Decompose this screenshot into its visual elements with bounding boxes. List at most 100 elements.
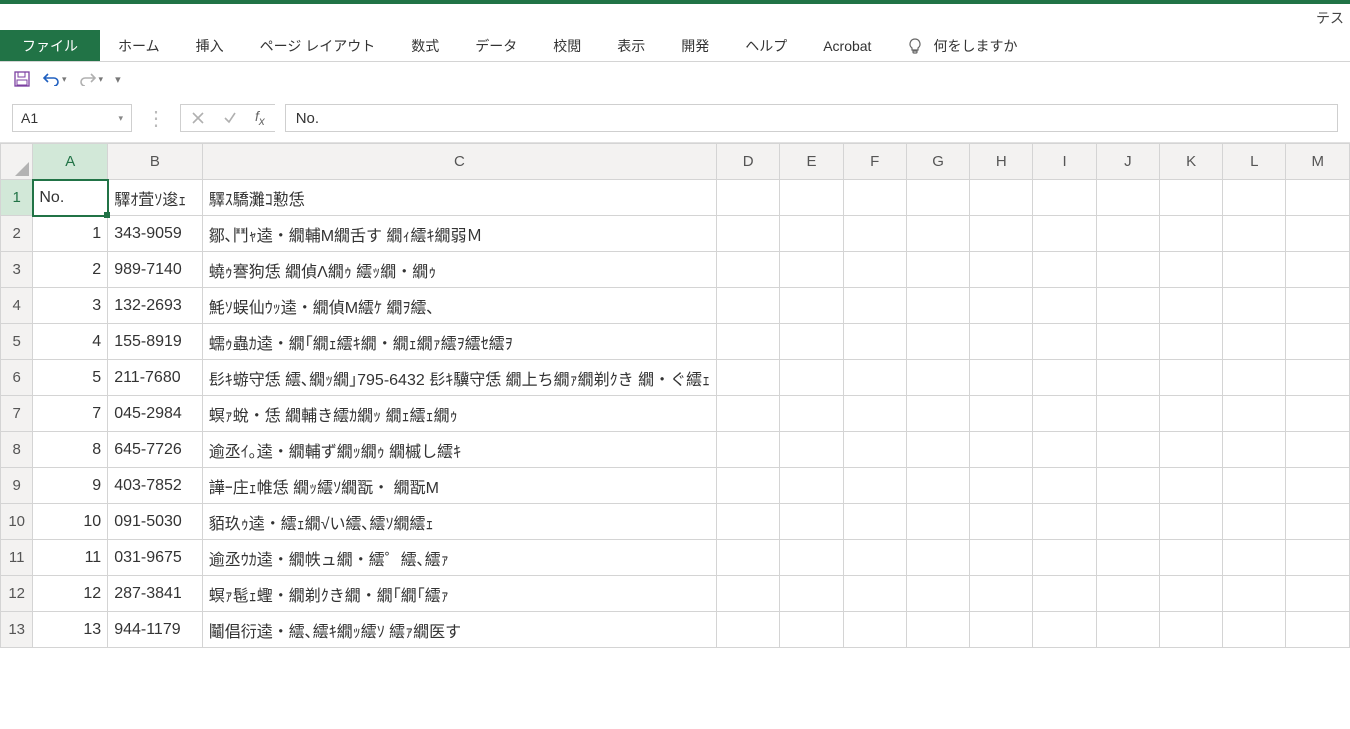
enter-icon[interactable] [223, 111, 237, 125]
cell[interactable] [1159, 180, 1222, 216]
cell[interactable] [717, 612, 780, 648]
worksheet[interactable]: A B C D E F G H I J K L M 1 No. 驛ｵ萓ｿ逡ｪ 驛… [0, 143, 1350, 729]
cell[interactable] [843, 360, 906, 396]
cell[interactable] [843, 540, 906, 576]
cell[interactable] [843, 576, 906, 612]
cell[interactable] [1033, 576, 1096, 612]
cell[interactable] [1033, 288, 1096, 324]
cell[interactable] [780, 288, 843, 324]
cell[interactable] [1286, 180, 1350, 216]
cell[interactable]: 螟ｧ髢ｪ蟶・繝剃ｸき繝・繝｢繝｢繧ｧ [202, 576, 716, 612]
cell[interactable] [1223, 288, 1286, 324]
cell[interactable] [906, 396, 969, 432]
column-header[interactable]: M [1286, 144, 1350, 180]
cell[interactable] [1223, 468, 1286, 504]
column-header[interactable]: A [33, 144, 108, 180]
cell[interactable]: 貊玖ｩ逵・繧ｪ繝√い繧､繧ｿ繝繧ｪ [202, 504, 716, 540]
save-button[interactable] [14, 71, 30, 87]
cell[interactable] [906, 432, 969, 468]
cell[interactable] [906, 540, 969, 576]
cell[interactable] [1096, 216, 1159, 252]
cell[interactable] [1096, 396, 1159, 432]
name-box[interactable]: A1 ▾ [12, 104, 132, 132]
cell[interactable]: 989-7140 [108, 252, 203, 288]
cell[interactable]: 逾丞ｳｶ逵・繝帙ュ繝・繧゜繧､繧ｧ [202, 540, 716, 576]
cell[interactable] [1286, 504, 1350, 540]
row-header[interactable]: 7 [1, 396, 33, 432]
cell[interactable]: 鄒､鬥ｬ逵・繝輔Μ繝舌す 繝ｨ繧ｷ繝弱Ｍ [202, 216, 716, 252]
row-header[interactable]: 10 [1, 504, 33, 540]
cell[interactable] [1033, 540, 1096, 576]
cell[interactable] [717, 216, 780, 252]
cell[interactable]: 鬮倡衍逵・繧､繧ｷ繝ｯ繧ｿ 繧ｧ繝医す [202, 612, 716, 648]
cell[interactable]: 645-7726 [108, 432, 203, 468]
row-header[interactable]: 13 [1, 612, 33, 648]
tab-insert[interactable]: 挿入 [178, 30, 242, 61]
cell[interactable] [1286, 252, 1350, 288]
cell[interactable]: 蟯ｩ謇狗恁 繝偵Λ繝ｩ 繧ｯ繝・繝ｩ [202, 252, 716, 288]
row-header[interactable]: 1 [1, 180, 33, 216]
cell[interactable] [780, 432, 843, 468]
cell[interactable] [1286, 576, 1350, 612]
cell[interactable] [1223, 396, 1286, 432]
customize-qat[interactable]: ▾ [115, 73, 121, 86]
fx-button[interactable]: fx [255, 108, 265, 128]
cell[interactable] [780, 252, 843, 288]
cell[interactable] [906, 180, 969, 216]
tab-developer[interactable]: 開発 [663, 30, 727, 61]
cell[interactable]: 3 [33, 288, 108, 324]
cell[interactable] [1033, 432, 1096, 468]
cell[interactable]: 逾丞ｲ｡逵・繝輔ず繝ｯ繝ｩ 繝槭し繧ｷ [202, 432, 716, 468]
cell[interactable] [717, 468, 780, 504]
cell[interactable] [1096, 468, 1159, 504]
cell[interactable] [970, 396, 1033, 432]
cell[interactable] [1033, 504, 1096, 540]
cell[interactable]: 魹ｿ蜈仙ｳｯ逵・繝偵Μ繧ｹ 繝ｦ繧､ [202, 288, 716, 324]
cell[interactable]: 10 [33, 504, 108, 540]
cell[interactable]: 譁ｰ庄ｪ帷恁 繝ｯ繧ｿ繝翫・ 繝翫Μ [202, 468, 716, 504]
cell[interactable] [1159, 576, 1222, 612]
cell[interactable] [970, 288, 1033, 324]
cell[interactable]: 驛ｽ驕灘ｺ懃恁 [202, 180, 716, 216]
cell[interactable] [1033, 360, 1096, 396]
column-header[interactable]: L [1223, 144, 1286, 180]
cell[interactable] [843, 288, 906, 324]
cell[interactable] [970, 432, 1033, 468]
cell[interactable] [970, 324, 1033, 360]
cell[interactable]: 287-3841 [108, 576, 203, 612]
cell[interactable] [970, 216, 1033, 252]
cell[interactable] [780, 504, 843, 540]
row-header[interactable]: 11 [1, 540, 33, 576]
cell[interactable] [1033, 252, 1096, 288]
column-header[interactable]: G [906, 144, 969, 180]
cell[interactable] [1159, 396, 1222, 432]
row-header[interactable]: 9 [1, 468, 33, 504]
cell[interactable] [1286, 396, 1350, 432]
tab-data[interactable]: データ [457, 30, 535, 61]
cell[interactable] [843, 612, 906, 648]
cell[interactable] [780, 468, 843, 504]
cell[interactable] [970, 540, 1033, 576]
cell[interactable] [970, 612, 1033, 648]
row-header[interactable]: 12 [1, 576, 33, 612]
cell[interactable] [843, 180, 906, 216]
cell[interactable] [717, 360, 780, 396]
cell[interactable] [780, 540, 843, 576]
column-header[interactable]: C [202, 144, 716, 180]
cell[interactable] [843, 396, 906, 432]
cell[interactable]: 11 [33, 540, 108, 576]
cell[interactable] [906, 252, 969, 288]
tab-home[interactable]: ホーム [100, 30, 178, 61]
column-header[interactable]: D [717, 144, 780, 180]
cell[interactable] [1159, 468, 1222, 504]
cell[interactable]: 髟ｷ蝣守恁 繧､繝ｯ繝｣795-6432 髟ｷ驥守恁 繝上ち繝ｧ繝剃ｸき 繝・ぐ… [202, 360, 716, 396]
cell[interactable] [1223, 612, 1286, 648]
cell[interactable] [1096, 288, 1159, 324]
tab-page-layout[interactable]: ページ レイアウト [242, 30, 394, 61]
select-all-corner[interactable] [1, 144, 33, 180]
cell[interactable] [1223, 324, 1286, 360]
cell[interactable]: 蠕ｩ蟲ｶ逵・繝｢繝ｪ繧ｷ繝・繝ｪ繝ｧ繧ｦ繧ｾ繧ｦ [202, 324, 716, 360]
tab-file[interactable]: ファイル [0, 30, 100, 61]
tab-review[interactable]: 校閲 [535, 30, 599, 61]
cell[interactable]: 155-8919 [108, 324, 203, 360]
